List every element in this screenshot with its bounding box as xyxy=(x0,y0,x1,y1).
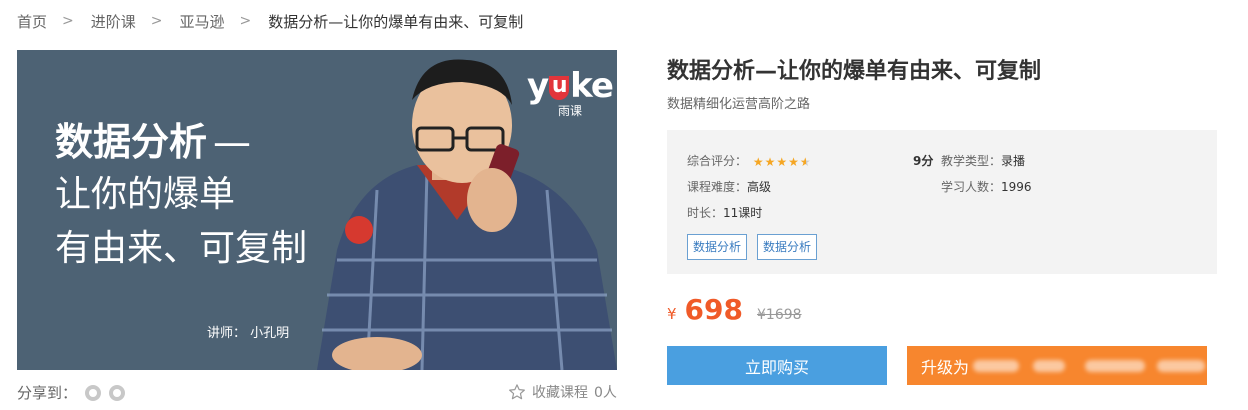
breadcrumb-current: 数据分析—让你的爆单有由来、可复制 xyxy=(268,12,524,31)
redacted-text xyxy=(973,359,1020,372)
price-currency: ¥ xyxy=(667,305,677,323)
course-title: 数据分析—让你的爆单有由来、可复制 xyxy=(667,59,1042,84)
redacted-text xyxy=(1157,359,1206,372)
upgrade-button[interactable]: 升级为 xyxy=(907,346,1207,385)
breadcrumb-advanced[interactable]: 进阶课 xyxy=(91,11,136,32)
weibo-icon[interactable] xyxy=(109,384,126,401)
star-outline-icon xyxy=(509,384,525,400)
duration-row: 时长：11课时 xyxy=(687,204,762,221)
students-value: 1996 xyxy=(1001,180,1032,194)
share-bar: 分享到： xyxy=(17,382,126,403)
rating-row: 综合评分： ★ ★ ★ ★ ★ xyxy=(687,152,812,169)
buy-now-button[interactable]: 立即购买 xyxy=(667,346,887,385)
type-value: 录播 xyxy=(1001,154,1026,168)
course-info-panel: 综合评分： ★ ★ ★ ★ ★ 9分 教学类型：录播 课程难度：高级 学习人数：… xyxy=(667,130,1217,274)
star-icon: ★ xyxy=(752,155,764,169)
star-icon: ★ xyxy=(788,155,799,169)
breadcrumb-home[interactable]: 首页 xyxy=(17,11,47,32)
tag-data-analysis[interactable]: 数据分析 xyxy=(687,234,748,260)
favorite-count: 0人 xyxy=(594,385,617,401)
upgrade-label: 升级为 xyxy=(921,357,970,377)
breadcrumb-separator: > xyxy=(62,13,74,29)
tag-data-analysis[interactable]: 数据分析 xyxy=(757,234,818,260)
type-label: 教学类型： xyxy=(941,154,1002,168)
favorite-course-button[interactable]: 收藏课程 0人 xyxy=(508,382,617,402)
difficulty-row: 课程难度：高级 xyxy=(687,178,771,195)
price-current: 698 xyxy=(684,293,743,326)
cover-lecturer: 讲师： 小孔明 xyxy=(207,326,290,341)
star-half-icon: ★ xyxy=(799,155,811,169)
students-label: 学习人数： xyxy=(941,180,1002,194)
difficulty-label: 课程难度： xyxy=(687,180,748,194)
breadcrumb-separator: > xyxy=(239,13,252,29)
type-row: 教学类型：录播 xyxy=(941,152,1025,169)
breadcrumb-amazon[interactable]: 亚马逊 xyxy=(180,11,225,32)
favorite-label: 收藏课程 xyxy=(532,385,588,401)
difficulty-value: 高级 xyxy=(747,180,772,194)
price-block: ¥ 698 ¥1698 xyxy=(667,293,802,326)
cover-title-line2: 让你的爆单 xyxy=(55,174,236,215)
rating-label: 综合评分： xyxy=(687,154,748,168)
cover-title-line1: 数据分析 xyxy=(55,120,208,164)
redacted-text xyxy=(1085,359,1146,372)
students-row: 学习人数：1996 xyxy=(941,178,1032,195)
lecturer-photo xyxy=(317,59,617,370)
course-cover: 数据分析 — 让你的爆单 有由来、可复制 y u ke 雨课 讲师： 小孔明 xyxy=(17,50,617,370)
rating-score: 9分 xyxy=(913,154,934,168)
cover-title-dash: — xyxy=(213,120,252,164)
redacted-text xyxy=(1033,359,1066,372)
cover-title: 数据分析 — 让你的爆单 有由来、可复制 xyxy=(55,116,307,276)
cover-title-line3: 有由来、可复制 xyxy=(55,228,308,269)
price-original: ¥1698 xyxy=(757,307,802,323)
rating-stars: ★ ★ ★ ★ ★ xyxy=(753,155,812,169)
duration-value: 11课时 xyxy=(723,206,763,220)
star-icon: ★ xyxy=(776,155,788,169)
course-subtitle: 数据精细化运营高阶之路 xyxy=(667,97,811,112)
duration-label: 时长： xyxy=(687,206,724,220)
breadcrumb-separator: > xyxy=(150,13,163,29)
star-icon: ★ xyxy=(764,155,776,169)
breadcrumb: 首页 > 进阶课 > 亚马逊 > 数据分析—让你的爆单有由来、可复制 xyxy=(17,10,523,32)
share-label: 分享到： xyxy=(17,384,78,402)
wechat-icon[interactable] xyxy=(85,384,102,401)
